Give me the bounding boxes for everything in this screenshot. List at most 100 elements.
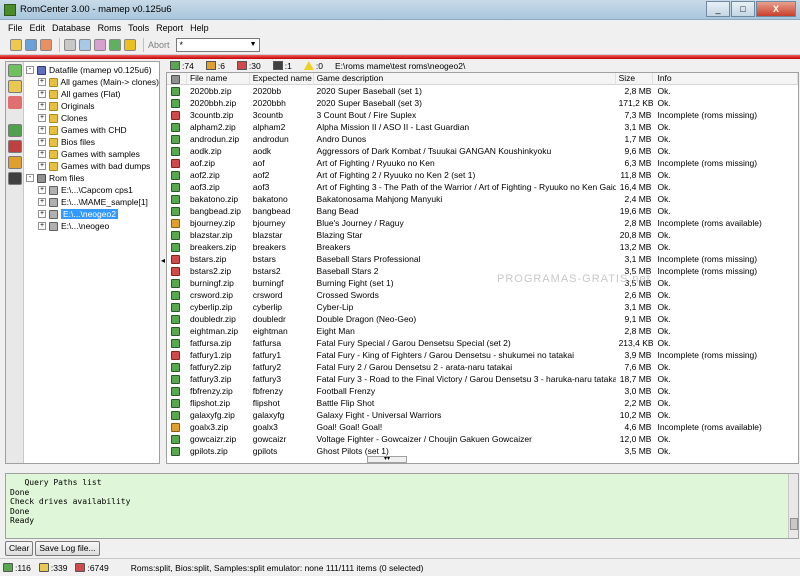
collapse-arrow-icon[interactable]: ◂ <box>161 256 165 265</box>
tree-node[interactable]: + Games with CHD <box>26 124 159 136</box>
expander-icon[interactable]: + <box>38 90 46 98</box>
table-row[interactable]: bjourney.zip bjourney Blue's Journey / Rag… <box>167 217 798 229</box>
expander-icon[interactable]: + <box>38 222 46 230</box>
column-header-expected-name[interactable]: Expected name <box>250 73 314 85</box>
table-row[interactable]: gowcaizr.zip gowcaizr Voltage Fighter - Go… <box>167 433 798 445</box>
view-orange-icon[interactable] <box>8 156 22 169</box>
abort-button[interactable]: Abort <box>148 40 170 50</box>
tree-node-selected[interactable]: + E:\...\neogeo2 <box>26 208 159 220</box>
bad-count[interactable]: :30 <box>236 61 261 71</box>
table-row[interactable]: fatfury1.zip fatfury1 Fatal Fury - King of… <box>167 349 798 361</box>
expander-icon[interactable]: + <box>38 186 46 194</box>
table-row[interactable]: bstars.zip bstars Baseball Stars Professio… <box>167 253 798 265</box>
expander-icon[interactable]: + <box>38 114 46 122</box>
log-scrollbar-thumb[interactable] <box>790 518 798 530</box>
table-row[interactable]: bakatono.zip bakatono Bakatonosama Mahjong… <box>167 193 798 205</box>
tree-node[interactable]: + All games (Flat) <box>26 88 159 100</box>
tree-node[interactable]: + All games (Main-> clones) <box>26 76 159 88</box>
incomplete-count[interactable]: :6 <box>205 61 225 71</box>
ok-count[interactable]: :74 <box>170 61 194 71</box>
menu-roms[interactable]: Roms <box>98 23 122 33</box>
expander-icon[interactable]: + <box>38 150 46 158</box>
log-scrollbar[interactable] <box>788 474 798 538</box>
table-row[interactable]: fatfursa.zip fatfursa Fatal Fury Special /… <box>167 337 798 349</box>
expander-icon[interactable]: - <box>26 174 34 182</box>
table-row[interactable]: 2020bbh.zip 2020bbh 2020 Super Baseball (s… <box>167 97 798 109</box>
table-row[interactable]: goalx3.zip goalx3 Goal! Goal! Goal! 4,6 MB I… <box>167 421 798 433</box>
table-row[interactable]: crsword.zip crsword Crossed Swords 2,6 MB Ok… <box>167 289 798 301</box>
tree-node[interactable]: + Games with samples <box>26 148 159 160</box>
menu-help[interactable]: Help <box>190 23 209 33</box>
expander-icon[interactable]: - <box>26 66 34 74</box>
menu-file[interactable]: File <box>8 23 23 33</box>
save-icon[interactable] <box>25 38 37 51</box>
column-header-info[interactable]: Info <box>653 73 798 85</box>
tree-node[interactable]: + Bios files <box>26 136 159 148</box>
table-row[interactable]: fatfury3.zip fatfury3 Fatal Fury 3 - Road … <box>167 373 798 385</box>
view-folder-icon[interactable] <box>8 80 22 93</box>
tree-node[interactable]: + Games with bad dumps <box>26 160 159 172</box>
table-row[interactable]: 3countb.zip 3countb 3 Count Bout / Fire Su… <box>167 109 798 121</box>
expander-icon[interactable]: + <box>38 102 46 110</box>
unknown-count[interactable]: :1 <box>272 61 292 71</box>
open-folder-icon[interactable] <box>10 38 22 51</box>
column-header-size[interactable]: Size <box>616 73 654 85</box>
report-icon[interactable] <box>79 38 91 51</box>
fix-icon[interactable] <box>109 38 121 51</box>
view-dark-icon[interactable] <box>8 172 22 185</box>
tree-node[interactable]: + E:\...\Capcom cps1 <box>26 184 159 196</box>
column-header-game-description[interactable]: Game description <box>314 73 616 85</box>
table-row[interactable]: burningf.zip burningf Burning Fight (set 1… <box>167 277 798 289</box>
save-log-button[interactable]: Save Log file... <box>35 541 100 556</box>
menu-report[interactable]: Report <box>156 23 183 33</box>
view-green-icon[interactable] <box>8 124 22 137</box>
table-row[interactable]: aof3.zip aof3 Art of Fighting 3 - The Path… <box>167 181 798 193</box>
tree-view[interactable]: - Datafile (mamep v0.125u6) + All games … <box>26 64 159 232</box>
tree-node[interactable]: - Datafile (mamep v0.125u6) <box>26 64 159 76</box>
table-row[interactable]: aof2.zip aof2 Art of Fighting 2 / Ryuuko n… <box>167 169 798 181</box>
table-row[interactable]: fbfrenzy.zip fbfrenzy Football Frenzy 3,0 M… <box>167 385 798 397</box>
table-row[interactable]: eightman.zip eightman Eight Man 2,8 MB Ok. <box>167 325 798 337</box>
table-row[interactable]: cyberlip.zip cyberlip Cyber-Lip 3,1 MB Ok. <box>167 301 798 313</box>
menu-edit[interactable]: Edit <box>30 23 46 33</box>
table-row[interactable]: doubledr.zip doubledr Double Dragon (Neo-G… <box>167 313 798 325</box>
up-arrow-icon[interactable] <box>124 38 136 51</box>
menu-database[interactable]: Database <box>52 23 91 33</box>
table-row[interactable]: alpham2.zip alpham2 Alpha Mission II / ASO… <box>167 121 798 133</box>
expander-icon[interactable]: + <box>38 78 46 86</box>
table-row[interactable]: blazstar.zip blazstar Blazing Star 20,8 MB O… <box>167 229 798 241</box>
expander-icon[interactable]: + <box>38 198 46 206</box>
view-red-icon[interactable] <box>8 140 22 153</box>
tree-node[interactable]: + E:\...\neogeo <box>26 220 159 232</box>
minimize-button[interactable]: _ <box>706 1 730 17</box>
settings-icon[interactable] <box>94 38 106 51</box>
table-row[interactable]: androdun.zip androdun Andro Dunos 1,7 MB Ok. <box>167 133 798 145</box>
table-row[interactable]: 2020bb.zip 2020bb 2020 Super Baseball (set… <box>167 85 798 97</box>
table-row[interactable]: breakers.zip breakers Breakers 13,2 MB Ok. <box>167 241 798 253</box>
filter-combo[interactable]: * ▼ <box>175 37 260 52</box>
column-header-file-name[interactable]: File name <box>187 73 250 85</box>
expander-icon[interactable]: + <box>38 162 46 170</box>
expander-icon[interactable]: + <box>38 126 46 134</box>
table-row[interactable]: gpilots.zip gpilots Ghost Pilots (set 1) 3,… <box>167 445 798 457</box>
rom-list[interactable]: File name Expected name Game description… <box>166 72 799 464</box>
title-bar[interactable]: RomCenter 3.00 - mamep v0.125u6 _ □ X <box>0 0 800 20</box>
table-row[interactable]: aodk.zip aodk Aggressors of Dark Kombat / … <box>167 145 798 157</box>
table-row[interactable]: fatfury2.zip fatfury2 Fatal Fury 2 / Garou… <box>167 361 798 373</box>
list-resize-handle[interactable]: ▾▾ <box>367 456 407 463</box>
table-row[interactable]: bstars2.zip bstars2 Baseball Stars 2 3,5 MB… <box>167 265 798 277</box>
view-ok-icon[interactable] <box>8 64 22 77</box>
refresh-icon[interactable] <box>64 38 76 51</box>
maximize-button[interactable]: □ <box>731 1 755 17</box>
table-row[interactable]: aof.zip aof Art of Fighting / Ryuuko no Ke… <box>167 157 798 169</box>
column-header-status[interactable] <box>167 73 187 85</box>
close-button[interactable]: X <box>756 1 796 17</box>
chevron-down-icon[interactable]: ▼ <box>250 39 257 51</box>
tree-node[interactable]: + Clones <box>26 112 159 124</box>
scan-icon[interactable] <box>40 38 52 51</box>
tree-node[interactable]: + E:\...\MAME_sample[1] <box>26 196 159 208</box>
tree-node[interactable]: + Originals <box>26 100 159 112</box>
log-panel[interactable]: Query Paths list Done Check drives avail… <box>5 473 799 539</box>
menu-tools[interactable]: Tools <box>128 23 149 33</box>
warning-count[interactable]: :0 <box>303 61 323 71</box>
